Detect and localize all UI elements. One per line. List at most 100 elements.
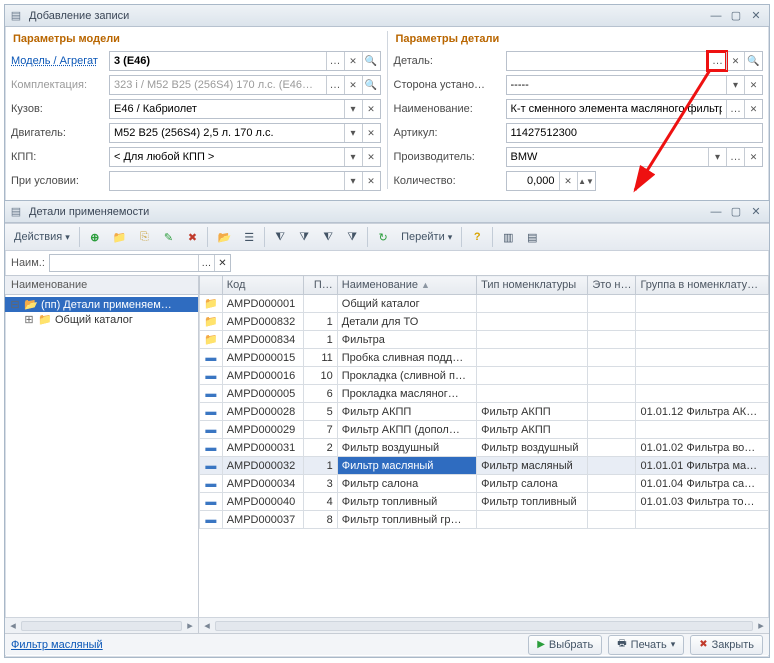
col-group[interactable]: Группа в номенклату… bbox=[636, 276, 769, 295]
cond-dd[interactable] bbox=[344, 172, 362, 190]
win1-max[interactable]: ▢ bbox=[727, 8, 745, 24]
model-dots[interactable] bbox=[326, 52, 344, 70]
win2-max[interactable]: ▢ bbox=[727, 204, 745, 220]
table-row[interactable]: 📁AMPD0008321Детали для ТО bbox=[200, 313, 769, 331]
grid[interactable]: Код П… Наименование▲ Тип номенклатуры Эт… bbox=[199, 275, 769, 617]
art-field[interactable] bbox=[506, 123, 764, 143]
win2-close[interactable]: ✕ bbox=[747, 204, 765, 220]
qty-field[interactable]: ▲▼ bbox=[506, 171, 596, 191]
table-row[interactable]: ▬AMPD0000343Фильтр салонаФильтр салона01… bbox=[200, 475, 769, 493]
side-field[interactable] bbox=[506, 75, 764, 95]
win1-min[interactable]: — bbox=[707, 8, 725, 24]
kpp-clear[interactable] bbox=[362, 148, 380, 166]
naim-input[interactable] bbox=[507, 103, 727, 115]
edit-icon[interactable]: ✎ bbox=[157, 226, 179, 248]
kompl-field[interactable] bbox=[109, 75, 381, 95]
filter3-icon[interactable]: ⧨ bbox=[317, 226, 339, 248]
table-row[interactable]: ▬AMPD0000285Фильтр АКППФильтр АКПП01.01.… bbox=[200, 403, 769, 421]
table-row[interactable]: ▬AMPD0000056Прокладка масляног… bbox=[200, 385, 769, 403]
table-row[interactable]: ▬AMPD0000378Фильтр топливный гр… bbox=[200, 511, 769, 529]
qty-input[interactable] bbox=[507, 175, 559, 187]
kuzov-clear[interactable] bbox=[362, 100, 380, 118]
detail-input[interactable] bbox=[507, 55, 709, 67]
tree-root[interactable]: ⊟ 📂 (пп) Детали применяем… bbox=[5, 297, 198, 312]
col-type[interactable]: Тип номенклатуры bbox=[477, 276, 588, 295]
col-eto[interactable]: Это н… bbox=[588, 276, 636, 295]
go-menu[interactable]: Перейти▾ bbox=[396, 226, 457, 248]
kompl-clear[interactable] bbox=[344, 76, 362, 94]
table-row[interactable]: ▬AMPD0000312Фильтр воздушныйФильтр возду… bbox=[200, 439, 769, 457]
col-icon[interactable] bbox=[200, 276, 223, 295]
add-folder-icon[interactable]: 📁 bbox=[108, 226, 132, 248]
prod-dots[interactable] bbox=[726, 148, 744, 166]
table-row[interactable]: ▬AMPD0000297Фильтр АКПП (допол…Фильтр АК… bbox=[200, 421, 769, 439]
cond-input[interactable] bbox=[110, 175, 344, 187]
add-icon[interactable]: ⊕ bbox=[84, 226, 106, 248]
col-code[interactable]: Код bbox=[222, 276, 303, 295]
side-dd[interactable] bbox=[726, 76, 744, 94]
cond-clear[interactable] bbox=[362, 172, 380, 190]
cond-field[interactable] bbox=[109, 171, 381, 191]
tree-collapse-icon[interactable]: ⊟ bbox=[9, 298, 21, 311]
model-clear[interactable] bbox=[344, 52, 362, 70]
kompl-input[interactable] bbox=[110, 79, 326, 91]
kuzov-field[interactable] bbox=[109, 99, 381, 119]
naim-field[interactable] bbox=[506, 99, 764, 119]
tree-body[interactable]: ⊟ 📂 (пп) Детали применяем… ⊞ 📁 Общий кат… bbox=[5, 295, 198, 617]
grid-hscroll[interactable]: ◂▸ bbox=[199, 617, 769, 633]
print-button[interactable]: 🖶Печать▾ bbox=[608, 635, 684, 655]
naim-filter-input[interactable] bbox=[50, 255, 198, 271]
model-label[interactable]: Модель / Агрегат bbox=[11, 55, 109, 67]
model-input[interactable] bbox=[110, 55, 326, 67]
kuzov-input[interactable] bbox=[110, 103, 344, 115]
win2-min[interactable]: — bbox=[707, 204, 725, 220]
refresh-icon[interactable]: ↻ bbox=[372, 226, 394, 248]
side-clear[interactable] bbox=[744, 76, 762, 94]
actions-menu[interactable]: Действия▾ bbox=[9, 226, 75, 248]
naim-clear[interactable] bbox=[744, 100, 762, 118]
kompl-dots[interactable] bbox=[326, 76, 344, 94]
model-field[interactable] bbox=[109, 51, 381, 71]
move-folder-icon[interactable]: 📂 bbox=[212, 226, 236, 248]
naim-dots[interactable] bbox=[726, 100, 744, 118]
layout2-icon[interactable]: ▤ bbox=[521, 226, 543, 248]
naim-filter-clear[interactable]: ✕ bbox=[214, 255, 230, 271]
prod-dd[interactable] bbox=[708, 148, 726, 166]
delete-icon[interactable]: ✖ bbox=[181, 226, 203, 248]
help-icon[interactable]: ? bbox=[466, 226, 488, 248]
filter2-icon[interactable]: ⧩ bbox=[293, 226, 315, 248]
table-row[interactable]: ▬AMPD00001511Пробка сливная подд… bbox=[200, 349, 769, 367]
model-search[interactable] bbox=[362, 52, 380, 70]
dvig-dd[interactable] bbox=[344, 124, 362, 142]
col-name[interactable]: Наименование▲ bbox=[337, 276, 476, 295]
copy-icon[interactable]: ⎘ bbox=[133, 226, 155, 248]
status-text[interactable]: Фильтр масляный bbox=[11, 639, 103, 651]
kpp-field[interactable] bbox=[109, 147, 381, 167]
detail-field[interactable] bbox=[506, 51, 764, 71]
table-row[interactable]: ▬AMPD0000404Фильтр топливныйФильтр топли… bbox=[200, 493, 769, 511]
tree-hscroll[interactable]: ◂▸ bbox=[5, 617, 198, 633]
detail-dots[interactable] bbox=[708, 52, 726, 70]
filter1-icon[interactable]: ⧨ bbox=[269, 226, 291, 248]
dvig-input[interactable] bbox=[110, 127, 344, 139]
col-p[interactable]: П… bbox=[303, 276, 337, 295]
hierarchy-icon[interactable]: ☰ bbox=[238, 226, 260, 248]
close-button[interactable]: ✖Закрыть bbox=[690, 635, 763, 655]
naim-filter-field[interactable]: … ✕ bbox=[49, 254, 231, 272]
dvig-clear[interactable] bbox=[362, 124, 380, 142]
prod-field[interactable] bbox=[506, 147, 764, 167]
qty-spinner[interactable]: ▲▼ bbox=[577, 172, 595, 190]
filter-off-icon[interactable]: ⧩ bbox=[341, 226, 363, 248]
art-input[interactable] bbox=[507, 127, 763, 139]
prod-clear[interactable] bbox=[744, 148, 762, 166]
detail-search[interactable] bbox=[744, 52, 762, 70]
kompl-search[interactable] bbox=[362, 76, 380, 94]
side-input[interactable] bbox=[507, 79, 727, 91]
select-button[interactable]: ▶Выбрать bbox=[528, 635, 602, 655]
prod-input[interactable] bbox=[507, 151, 709, 163]
kuzov-dd[interactable] bbox=[344, 100, 362, 118]
qty-clear[interactable] bbox=[559, 172, 577, 190]
layout1-icon[interactable]: ▥ bbox=[497, 226, 519, 248]
table-row[interactable]: 📁AMPD000001Общий каталог bbox=[200, 295, 769, 313]
table-row[interactable]: ▬AMPD0000321Фильтр масляныйФильтр маслян… bbox=[200, 457, 769, 475]
